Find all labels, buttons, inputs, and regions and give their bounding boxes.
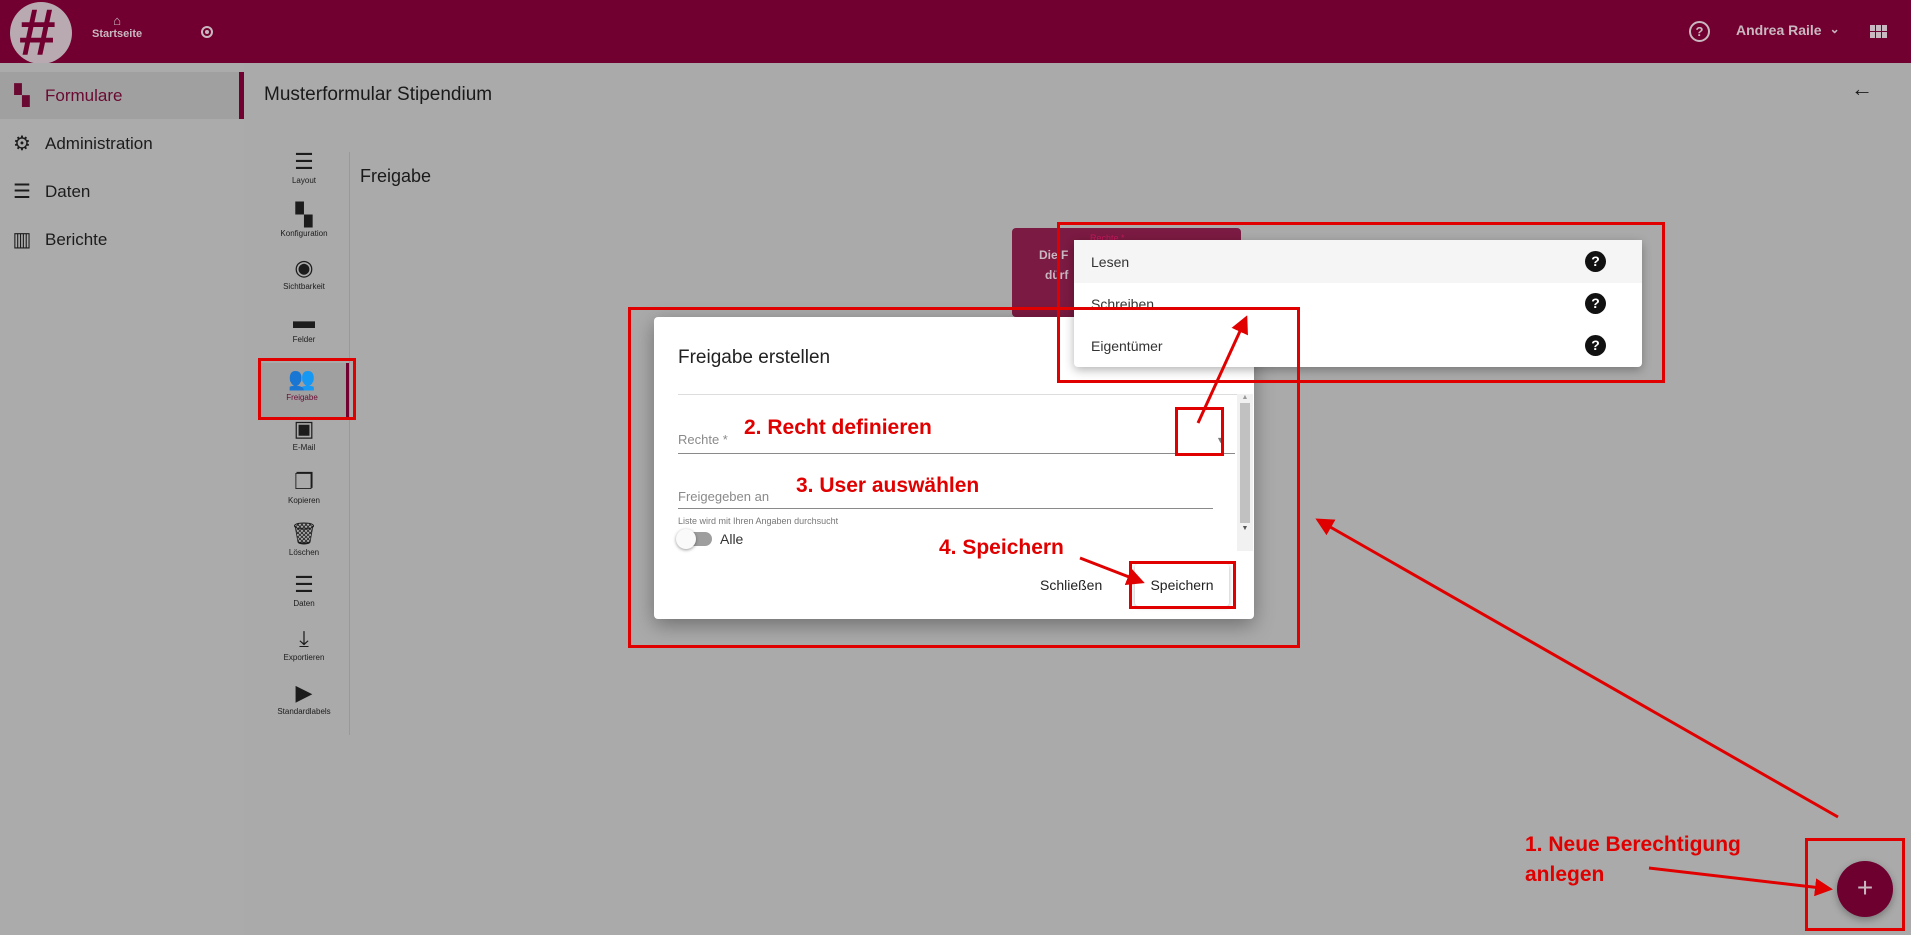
arrow-to-dialog	[1315, 518, 1839, 819]
annotation-arrows	[1079, 315, 1839, 897]
arrow-to-save	[1079, 556, 1145, 585]
arrow-to-dropdown	[1196, 315, 1248, 424]
arrow-to-add	[1648, 866, 1833, 897]
